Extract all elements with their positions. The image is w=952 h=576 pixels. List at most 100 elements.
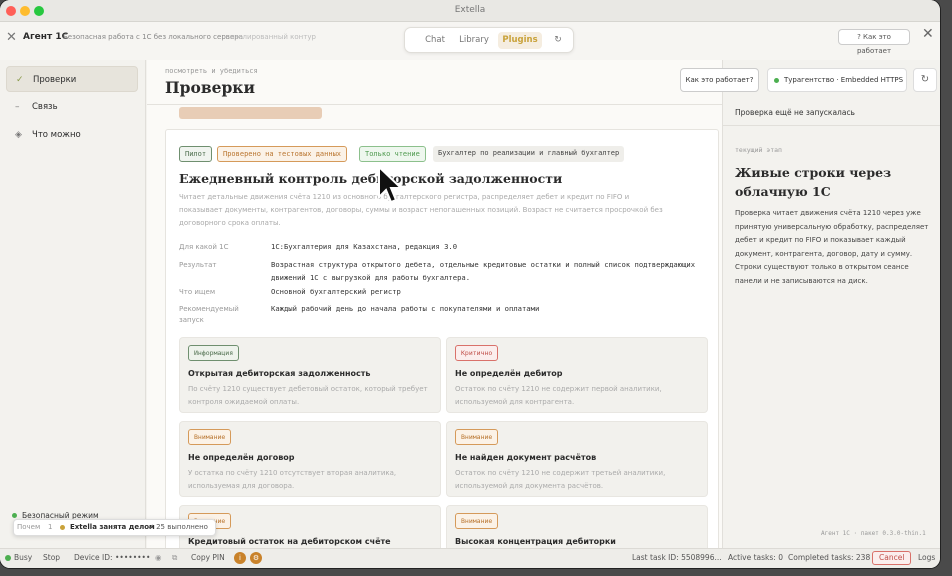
reload-icon[interactable]: ↻ [913, 68, 937, 92]
version-label: Агент 1С · пакет 0.3.0-thin.1 [821, 530, 926, 537]
copy-pin-button[interactable]: Copy PIN [191, 553, 225, 562]
breadcrumb: посмотреть и убедиться [165, 67, 258, 75]
busy-status-icon [5, 555, 11, 561]
window-title: Extella [454, 5, 486, 15]
connection-status-icon [774, 78, 779, 83]
stop-button[interactable]: Stop [43, 553, 60, 562]
issue-description: У остатка по счёту 1210 отсутствует втор… [188, 469, 397, 490]
app-logo-icon: ✕ [6, 30, 17, 45]
issue-description: Остаток по счёту 1210 не содержит первой… [455, 385, 662, 406]
sidebar-item-capabilities[interactable]: ◈ Что можно [6, 122, 138, 148]
row-key: Рекомендуемый запуск [179, 305, 239, 324]
stage-label: текущий этап [735, 146, 782, 154]
issue-description: Остаток по счёту 1210 не содержит третье… [455, 469, 666, 490]
issue-card: Внимание Высокая концентрация дебиторки [446, 505, 708, 548]
issue-title: Открытая дебиторская задолженность [188, 369, 371, 378]
severity-badge: Информация [188, 345, 240, 361]
busy-toast: Почем 1 Extella занята делом ✓ 25 выполн… [13, 519, 216, 536]
refresh-icon[interactable]: ↻ [550, 32, 566, 49]
settings-icon[interactable]: ⚙ [250, 552, 262, 564]
tag-pilot: Пилот [179, 146, 213, 162]
brand-subtitle: Безопасная работа с 1С без локального се… [63, 33, 243, 41]
stage-title: Живые строки через облачную 1С [735, 165, 892, 199]
row-value: Каждый рабочий день до начала работы с п… [271, 304, 540, 313]
severity-badge: Критично [455, 345, 499, 361]
issue-card: Внимание Не найден документ расчётов Ост… [446, 421, 708, 497]
issue-card: Критично Не определён дебитор Остаток по… [446, 337, 708, 413]
toast-count: 1 [48, 523, 53, 531]
title-bar: Extella [0, 0, 940, 22]
toast-prefix: Почем [17, 523, 41, 531]
severity-badge: Внимание [455, 513, 499, 529]
brand-extra: изолированный контур [230, 33, 316, 41]
busy-dot-icon [60, 525, 65, 530]
mouse-pointer-icon [378, 165, 404, 204]
row-key: Результат [179, 261, 217, 269]
dash-icon: – [15, 102, 20, 112]
sidebar-item-label: Связь [32, 102, 58, 112]
issue-card: Информация Открытая дебиторская задолжен… [179, 337, 441, 413]
status-bar: Busy Stop Device ID: •••••••• ◉ ⧉ Copy P… [0, 548, 940, 568]
check-description: Читает детальные движения счёта 1210 из … [179, 193, 663, 227]
previous-card-edge [179, 107, 322, 119]
run-status: Проверка ещё не запускалась [735, 108, 855, 117]
how-it-works-button[interactable]: ? Как это работает [838, 29, 910, 55]
tab-library[interactable]: Library [457, 32, 491, 49]
device-id-label: Device ID: [74, 553, 113, 562]
sidebar-item-connection[interactable]: – Связь [6, 94, 138, 120]
logs-button[interactable]: Logs [918, 553, 935, 562]
right-panel: Как это работает? Турагентство · Embedde… [680, 60, 940, 548]
severity-badge: Внимание [455, 429, 499, 445]
row-key: Для какой 1С [179, 243, 229, 251]
checks-list[interactable]: Пилот Проверено на тестовых данных Тольк… [165, 105, 719, 548]
issue-title: Не найден документ расчётов [455, 453, 597, 462]
row-value: Основной бухгалтерский регистр [271, 287, 401, 296]
issue-title: Не определён дебитор [455, 369, 563, 378]
divider [723, 125, 940, 126]
cancel-button[interactable]: Cancel [872, 551, 912, 565]
severity-badge: Внимание [188, 429, 232, 445]
stage-description: Проверка читает движения счёта 1210 чере… [735, 209, 929, 285]
diamond-icon: ◈ [15, 130, 22, 140]
busy-label: Busy [14, 553, 33, 562]
tag-tested: Проверено на тестовых данных [217, 146, 348, 162]
completed-tasks: Completed tasks: 238 [788, 553, 871, 562]
safe-mode-dot-icon [12, 513, 17, 518]
mode-tabs: Chat Library Plugins ↻ [404, 27, 574, 53]
device-id-value: •••••••• [115, 553, 151, 562]
row-value: 1С:Бухгалтерия для Казахстана, редакция … [271, 242, 458, 251]
toast-done-text: ✓ 25 выполнено [148, 523, 208, 531]
check-card: Пилот Проверено на тестовых данных Тольк… [165, 129, 719, 548]
issue-title: Не определён договор [188, 453, 295, 462]
last-task-id: Last task ID: 5508996... [632, 553, 722, 562]
tab-plugins[interactable]: Plugins [498, 32, 542, 49]
close-icon[interactable]: ✕ [922, 26, 934, 42]
issue-card: Внимание Кредитовый остаток на дебиторск… [179, 505, 441, 548]
info-icon[interactable]: i [234, 552, 246, 564]
sidebar-item-label: Проверки [33, 75, 77, 85]
page-title: Проверки [165, 78, 255, 97]
how-it-works-panel-button[interactable]: Как это работает? [680, 68, 759, 92]
issue-description: По счёту 1210 существует дебетовый остат… [188, 385, 428, 406]
active-tasks: Active tasks: 0 [728, 553, 783, 562]
tab-chat[interactable]: Chat [420, 32, 450, 49]
issue-card: Внимание Не определён договор У остатка … [179, 421, 441, 497]
app-window: Extella ✕ Агент 1С Безопасная работа с 1… [0, 0, 940, 568]
row-key: Что ищем [179, 288, 216, 296]
sidebar: ✓ Проверки – Связь ◈ Что можно [0, 60, 146, 548]
row-value: Возрастная структура открытого дебета, о… [271, 260, 696, 282]
issue-title: Высокая концентрация дебиторки [455, 537, 616, 546]
top-bar: ✕ Агент 1С Безопасная работа с 1С без ло… [0, 22, 940, 60]
check-title: Ежедневный контроль дебиторской задолжен… [179, 171, 563, 186]
sidebar-item-checks[interactable]: ✓ Проверки [6, 66, 138, 92]
eye-icon[interactable]: ◉ [155, 553, 162, 562]
sidebar-item-label: Что можно [32, 130, 81, 140]
connection-name: Турагентство · Embedded HTTPS [784, 76, 904, 84]
issue-title: Кредитовый остаток на дебиторском счёте [188, 537, 391, 546]
tag-audience: Бухгалтер по реализации и главный бухгал… [433, 146, 625, 162]
connection-selector[interactable]: Турагентство · Embedded HTTPS [767, 68, 907, 92]
check-icon: ✓ [16, 75, 24, 85]
copy-icon[interactable]: ⧉ [172, 553, 177, 563]
tag-read-only: Только чтение [359, 146, 426, 162]
brand-name: Агент 1С [23, 32, 69, 42]
